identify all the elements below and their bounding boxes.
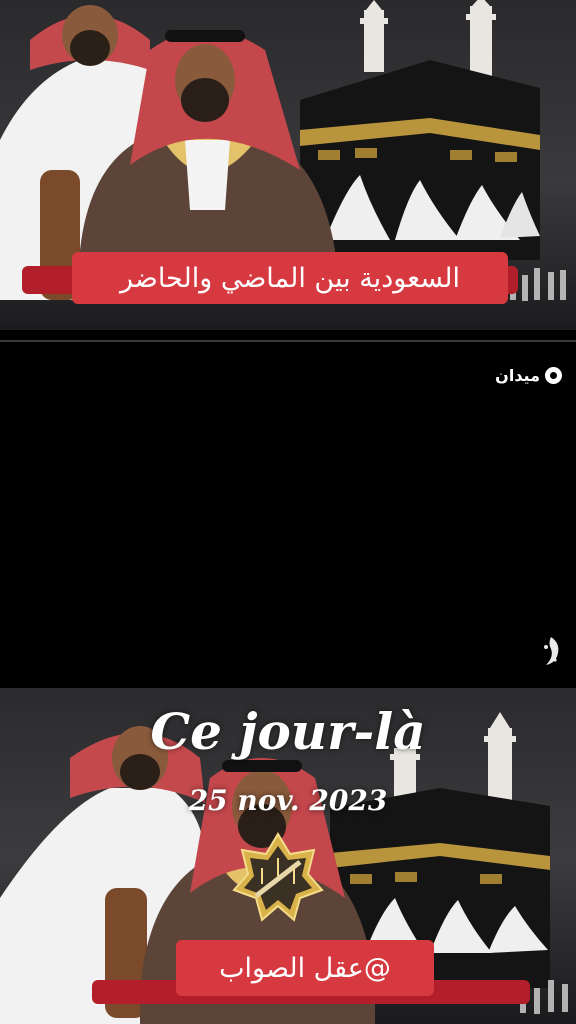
midan-watermark: ميدان [495, 366, 562, 385]
minaret-left [360, 0, 388, 72]
minaret-right [466, 0, 496, 76]
top-caption-text: السعودية بين الماضي والحاضر [120, 262, 461, 294]
overlay-title: Ce jour-là [150, 702, 426, 761]
bottom-video-frame[interactable]: Ce jour-là 25 nov. 2023 @عقل الصواب [0, 688, 576, 1024]
kaaba [300, 60, 540, 260]
middle-video-frame[interactable]: ميدان [0, 350, 576, 688]
midan-logo-icon [545, 367, 562, 384]
divider [0, 340, 576, 342]
caption-box: @عقل الصواب [176, 940, 434, 996]
bottom-caption-text: @عقل الصواب [219, 952, 391, 984]
caption-box: السعودية بين الماضي والحاضر [72, 252, 508, 304]
aljazeera-logo-icon [540, 635, 562, 667]
top-video-frame[interactable]: السعودية بين الماضي والحاضر [0, 0, 576, 330]
gold-emblem-icon [232, 832, 324, 924]
midan-brand-label: ميدان [495, 366, 540, 385]
overlay-date: 25 nov. 2023 [188, 784, 388, 817]
